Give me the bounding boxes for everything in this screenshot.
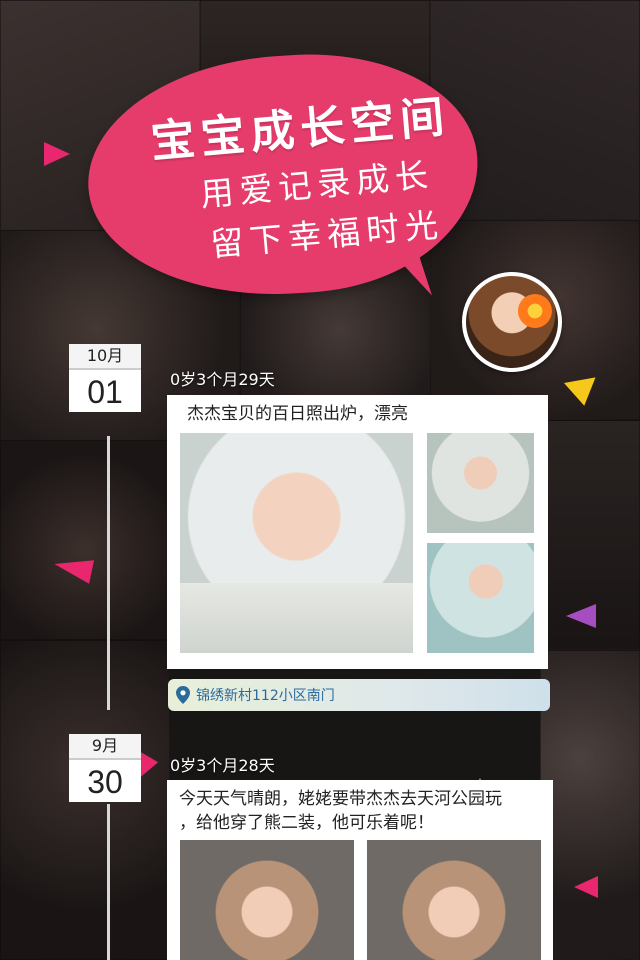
post-photo-thumb[interactable] bbox=[427, 543, 534, 653]
decor-triangle-pink bbox=[44, 142, 70, 166]
post-text-line-1: 今天天气晴朗，姥姥要带杰杰去天河公园玩 bbox=[179, 789, 502, 809]
timeline-line bbox=[107, 436, 110, 710]
date-day: 01 bbox=[69, 368, 141, 412]
post-card[interactable]: 杰杰宝贝的百日照出炉，漂亮 bbox=[167, 395, 548, 669]
user-avatar[interactable] bbox=[462, 272, 562, 372]
location-tag[interactable]: 锦绣新村112小区南门 bbox=[168, 679, 550, 711]
decor-triangle-purple bbox=[566, 604, 596, 628]
decor-triangle-pink bbox=[574, 876, 598, 898]
post-photo[interactable] bbox=[180, 840, 354, 960]
post-photo-main[interactable] bbox=[180, 433, 413, 653]
baby-age: 0岁3个月29天 bbox=[170, 370, 275, 389]
date-badge: 10月 01 bbox=[69, 344, 141, 412]
post-card[interactable]: 今天天气晴朗，姥姥要带杰杰去天河公园玩 ，给他穿了熊二装，他可乐着呢！ bbox=[167, 780, 553, 960]
post-photo[interactable] bbox=[367, 840, 541, 960]
post-photo-thumb[interactable] bbox=[427, 433, 534, 533]
timeline-line bbox=[107, 804, 110, 960]
date-day: 30 bbox=[69, 758, 141, 802]
photo-blanket bbox=[180, 583, 413, 653]
date-month: 9月 bbox=[69, 734, 141, 758]
date-month: 10月 bbox=[69, 344, 141, 368]
map-pin-icon bbox=[176, 686, 190, 704]
post-text: 杰杰宝贝的百日照出炉，漂亮 bbox=[187, 404, 408, 424]
date-badge: 9月 30 bbox=[69, 734, 141, 802]
baby-age: 0岁3个月28天 bbox=[170, 756, 275, 775]
decor-triangle-yellow bbox=[563, 377, 601, 409]
flower-accessory bbox=[518, 294, 552, 328]
post-text-line-2: ，给他穿了熊二装，他可乐着呢！ bbox=[179, 813, 434, 833]
location-text: 锦绣新村112小区南门 bbox=[196, 688, 335, 704]
